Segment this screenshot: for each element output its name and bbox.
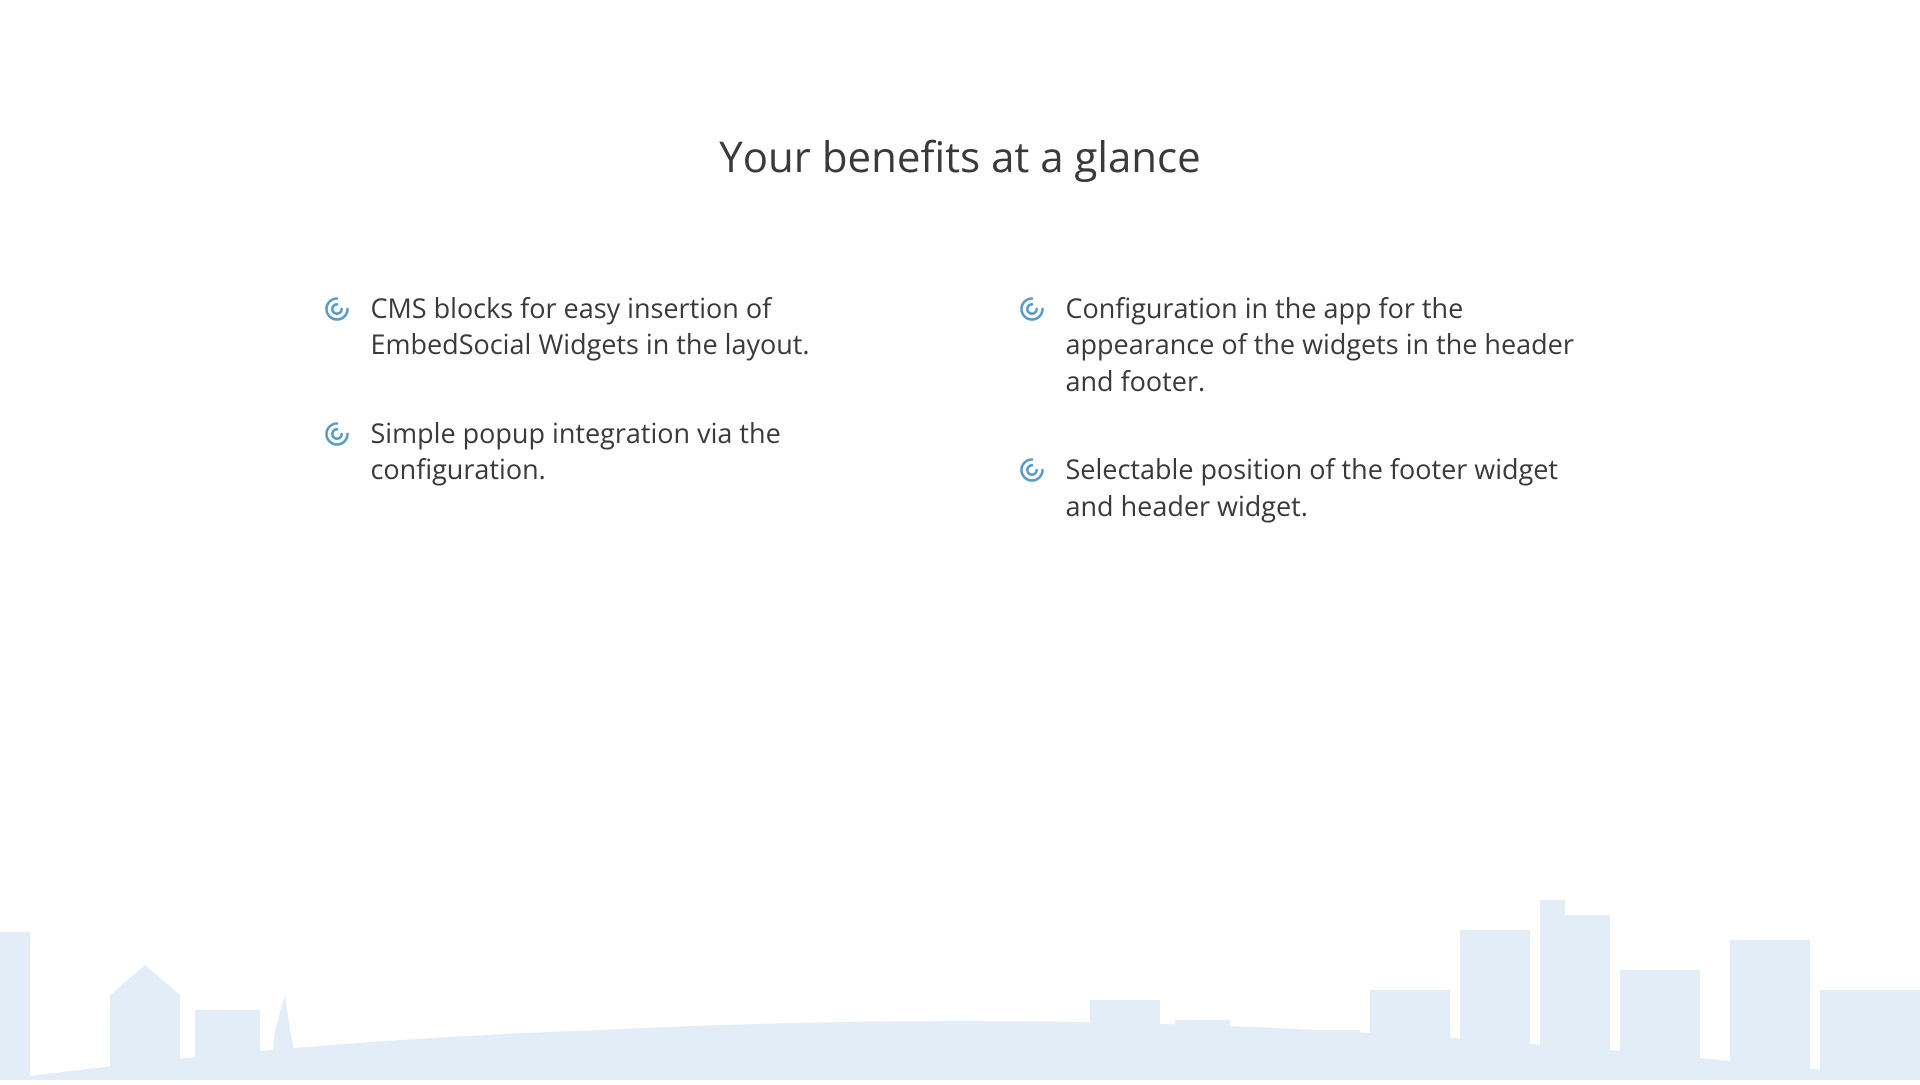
target-icon bbox=[323, 420, 351, 448]
benefit-item: Configuration in the app for the appeara… bbox=[1018, 290, 1598, 399]
benefit-item: Selectable position of the footer widget… bbox=[1018, 451, 1598, 524]
target-icon bbox=[1018, 295, 1046, 323]
benefit-item: Simple popup integration via the configu… bbox=[323, 415, 903, 488]
benefit-text: Selectable position of the footer widget… bbox=[1066, 451, 1598, 524]
benefit-text: CMS blocks for easy insertion of EmbedSo… bbox=[371, 290, 903, 363]
benefit-text: Configuration in the app for the appeara… bbox=[1066, 290, 1598, 399]
target-icon bbox=[1018, 456, 1046, 484]
benefits-column-left: CMS blocks for easy insertion of EmbedSo… bbox=[323, 290, 903, 524]
main-container: Your benefits at a glance CMS blocks for… bbox=[0, 0, 1920, 524]
page-heading: Your benefits at a glance bbox=[0, 128, 1920, 185]
skyline-decoration bbox=[0, 800, 1920, 1080]
target-icon bbox=[323, 295, 351, 323]
benefits-wrapper: CMS blocks for easy insertion of EmbedSo… bbox=[0, 290, 1920, 524]
benefit-text: Simple popup integration via the configu… bbox=[371, 415, 903, 488]
benefit-item: CMS blocks for easy insertion of EmbedSo… bbox=[323, 290, 903, 363]
benefits-column-right: Configuration in the app for the appeara… bbox=[1018, 290, 1598, 524]
